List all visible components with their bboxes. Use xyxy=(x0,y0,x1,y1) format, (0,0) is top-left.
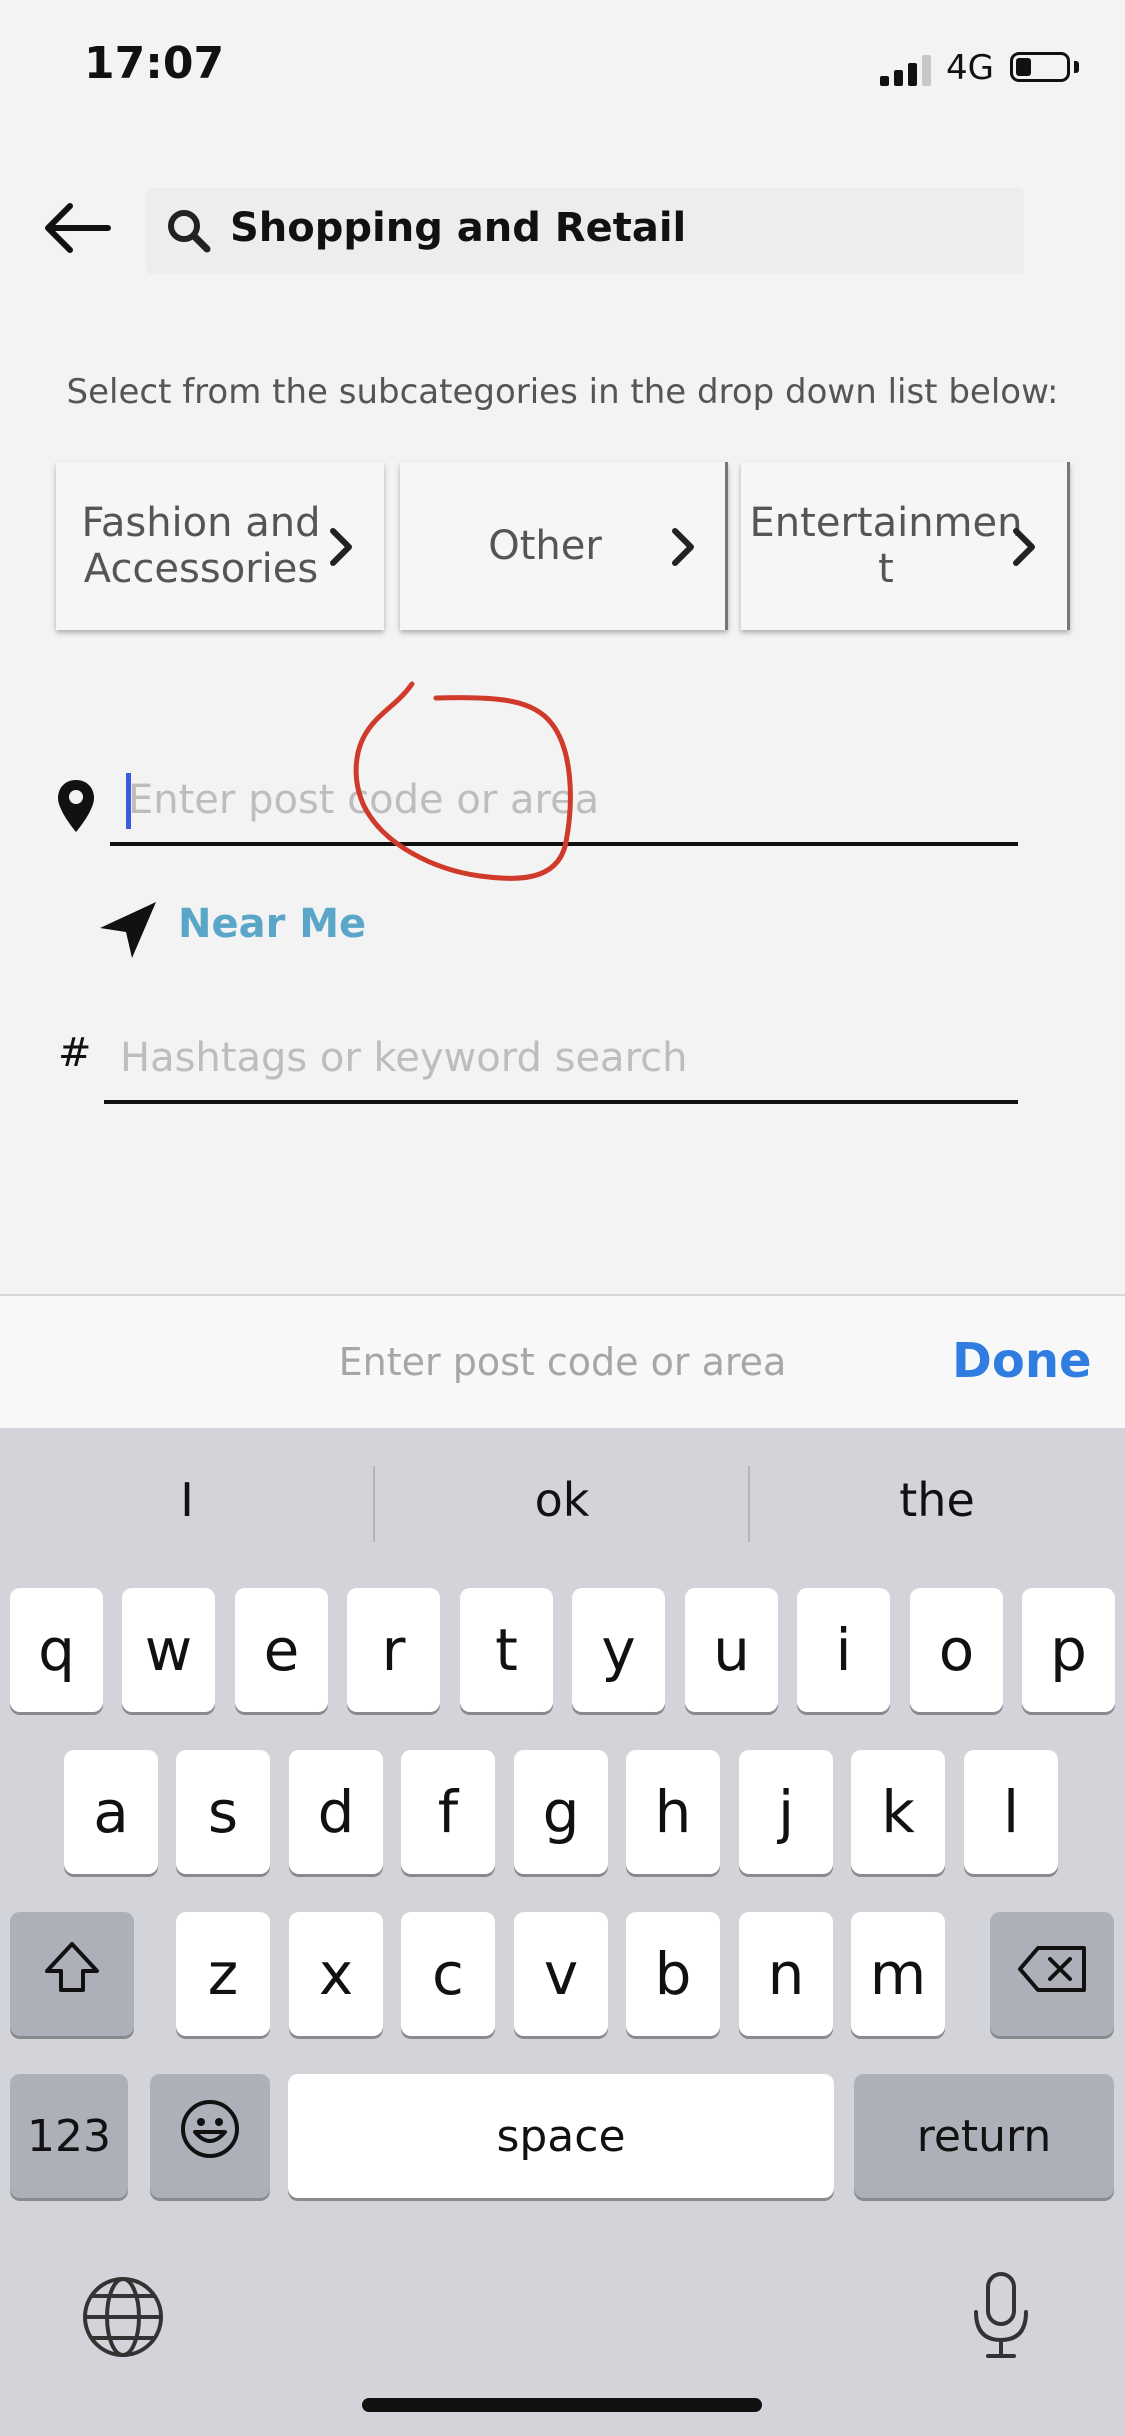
numbers-key[interactable]: 123 xyxy=(10,2074,128,2198)
hashtag-icon: # xyxy=(58,1030,92,1076)
near-me-link[interactable]: Near Me xyxy=(178,898,366,950)
key-j[interactable]: j xyxy=(739,1750,833,1874)
network-label: 4G xyxy=(946,48,994,88)
signal-icon xyxy=(880,52,932,86)
key-i[interactable]: i xyxy=(797,1588,890,1712)
done-button[interactable]: Done xyxy=(952,1332,1092,1390)
home-indicator xyxy=(362,2398,762,2412)
key-q[interactable]: q xyxy=(10,1588,103,1712)
key-n[interactable]: n xyxy=(739,1912,833,2036)
emoji-icon xyxy=(179,2098,241,2174)
backspace-key[interactable] xyxy=(990,1912,1114,2036)
key-k[interactable]: k xyxy=(851,1750,945,1874)
shift-icon xyxy=(42,1939,102,2009)
status-time: 17:07 xyxy=(84,38,225,89)
key-g[interactable]: g xyxy=(514,1750,608,1874)
key-d[interactable]: d xyxy=(289,1750,383,1874)
hashtag-input[interactable]: Hashtags or keyword search xyxy=(120,1030,687,1086)
key-m[interactable]: m xyxy=(851,1912,945,2036)
backspace-icon xyxy=(1016,1940,1088,2008)
chevron-right-icon xyxy=(1009,524,1039,570)
annotation-circle xyxy=(340,670,600,930)
key-b[interactable]: b xyxy=(626,1912,720,2036)
key-s[interactable]: s xyxy=(176,1750,270,1874)
category-entertainment[interactable]: Entertainmen t xyxy=(741,462,1070,630)
suggestion-3[interactable]: the xyxy=(750,1460,1124,1540)
key-c[interactable]: c xyxy=(401,1912,495,2036)
key-a[interactable]: a xyxy=(64,1750,158,1874)
key-p[interactable]: p xyxy=(1022,1588,1115,1712)
chevron-right-icon xyxy=(326,524,356,570)
key-z[interactable]: z xyxy=(176,1912,270,2036)
suggestion-2[interactable]: ok xyxy=(375,1460,749,1540)
search-icon xyxy=(166,208,212,254)
category-label: Fashion and Accessories xyxy=(81,500,321,592)
key-e[interactable]: e xyxy=(235,1588,328,1712)
key-t[interactable]: t xyxy=(460,1588,553,1712)
location-pin-icon xyxy=(56,778,96,834)
key-h[interactable]: h xyxy=(626,1750,720,1874)
key-u[interactable]: u xyxy=(685,1588,778,1712)
category-label: Entertainmen t xyxy=(749,500,1023,592)
text-cursor xyxy=(126,773,131,829)
key-l[interactable]: l xyxy=(964,1750,1058,1874)
key-x[interactable]: x xyxy=(289,1912,383,2036)
key-r[interactable]: r xyxy=(347,1588,440,1712)
category-other[interactable]: Other xyxy=(400,462,728,630)
microphone-icon[interactable] xyxy=(966,2270,1036,2362)
key-o[interactable]: o xyxy=(910,1588,1003,1712)
key-w[interactable]: w xyxy=(122,1588,215,1712)
shift-key[interactable] xyxy=(10,1912,134,2036)
back-arrow-icon[interactable] xyxy=(40,198,114,258)
navigation-arrow-icon[interactable] xyxy=(98,900,160,960)
hashtag-input-underline xyxy=(104,1100,1018,1104)
space-key[interactable]: space xyxy=(288,2074,834,2198)
key-v[interactable]: v xyxy=(514,1912,608,2036)
battery-cap xyxy=(1074,61,1079,73)
key-f[interactable]: f xyxy=(401,1750,495,1874)
key-y[interactable]: y xyxy=(572,1588,665,1712)
globe-icon[interactable] xyxy=(80,2274,166,2360)
instruction-text: Select from the subcategories in the dro… xyxy=(66,372,1059,412)
return-key[interactable]: return xyxy=(854,2074,1114,2198)
search-query: Shopping and Retail xyxy=(230,205,687,251)
chevron-right-icon xyxy=(668,524,698,570)
emoji-key[interactable] xyxy=(150,2074,270,2198)
battery-icon xyxy=(1010,52,1070,82)
category-label: Other xyxy=(488,523,602,569)
category-fashion-and-accessories[interactable]: Fashion and Accessories xyxy=(56,462,384,630)
suggestion-1[interactable]: I xyxy=(0,1460,374,1540)
